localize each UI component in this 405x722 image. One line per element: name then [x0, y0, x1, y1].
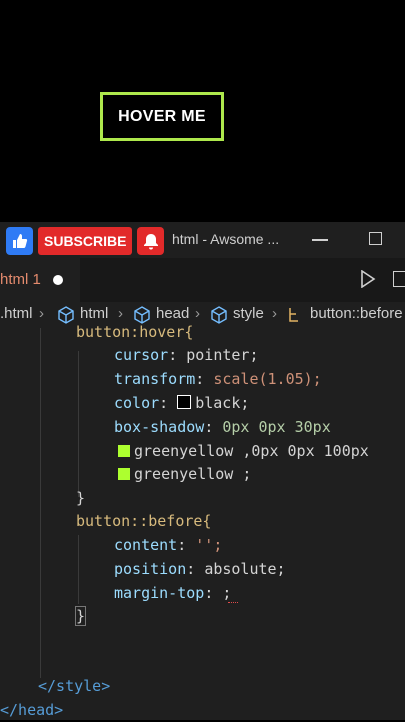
code-line-15: </head> [0, 701, 64, 719]
code-line-11: position: absolute; [114, 560, 286, 578]
breadcrumb-html[interactable]: html [80, 305, 108, 322]
css-rule-icon [287, 306, 305, 328]
unsaved-dot-icon[interactable] [53, 275, 63, 285]
error-squiggle [228, 599, 238, 603]
breadcrumb-head[interactable]: head [156, 305, 189, 322]
code-line-9: button::before{ [76, 512, 212, 530]
like-icon[interactable] [6, 227, 33, 255]
color-swatch-greenyellow[interactable] [118, 468, 130, 480]
chevron-right-icon: › [195, 305, 200, 322]
code-line-13: } [74, 606, 87, 626]
window-title: html - Awsome ... [172, 231, 280, 247]
maximize-icon[interactable] [369, 232, 382, 245]
split-editor-icon[interactable] [393, 271, 405, 287]
cube-icon [210, 306, 228, 328]
minimize-icon[interactable] [312, 239, 328, 241]
code-line-8: } [76, 489, 86, 507]
run-icon[interactable] [360, 270, 376, 288]
code-line-4: color: black; [114, 394, 250, 412]
indent-guide [40, 328, 41, 678]
chevron-right-icon: › [118, 305, 123, 322]
code-editor[interactable]: button:hover{ cursor: pointer; transform… [0, 323, 405, 720]
code-line-12: margin-top: ; [114, 584, 232, 602]
code-line-7: greenyellow ; [114, 463, 251, 486]
cube-icon [57, 306, 75, 328]
color-swatch-black[interactable] [177, 395, 192, 409]
color-swatch-greenyellow[interactable] [118, 445, 130, 457]
breadcrumb: .html › html › head › style › button::be… [0, 302, 405, 328]
breadcrumb-file[interactable]: .html [0, 305, 33, 322]
code-line-3: transform: scale(1.05); [114, 370, 322, 388]
code-line-14: </style> [38, 677, 111, 695]
indent-guide [78, 351, 79, 497]
breadcrumb-style[interactable]: style [233, 305, 264, 322]
chevron-right-icon: › [39, 305, 44, 322]
code-line-1: button:hover{ [76, 323, 194, 341]
tab-html[interactable]: html 1 [0, 258, 80, 302]
tab-bar: html 1 [0, 258, 405, 302]
code-line-2: cursor: pointer; [114, 346, 259, 364]
code-line-6: greenyellow ,0px 0px 100px [114, 440, 369, 463]
indent-guide [78, 535, 79, 604]
subscribe-overlay: SUBSCRIBE [6, 226, 165, 256]
breadcrumb-button-before[interactable]: button::before [310, 305, 403, 322]
preview-area: HOVER ME [0, 0, 405, 222]
hover-me-button[interactable]: HOVER ME [100, 92, 224, 141]
tab-label: html 1 [0, 271, 41, 288]
code-line-10: content: ''; [114, 536, 223, 554]
code-line-5: box-shadow: 0px 0px 30px [114, 418, 331, 436]
bell-icon[interactable] [137, 227, 165, 255]
subscribe-button[interactable]: SUBSCRIBE [38, 227, 133, 255]
chevron-right-icon: › [272, 305, 277, 322]
